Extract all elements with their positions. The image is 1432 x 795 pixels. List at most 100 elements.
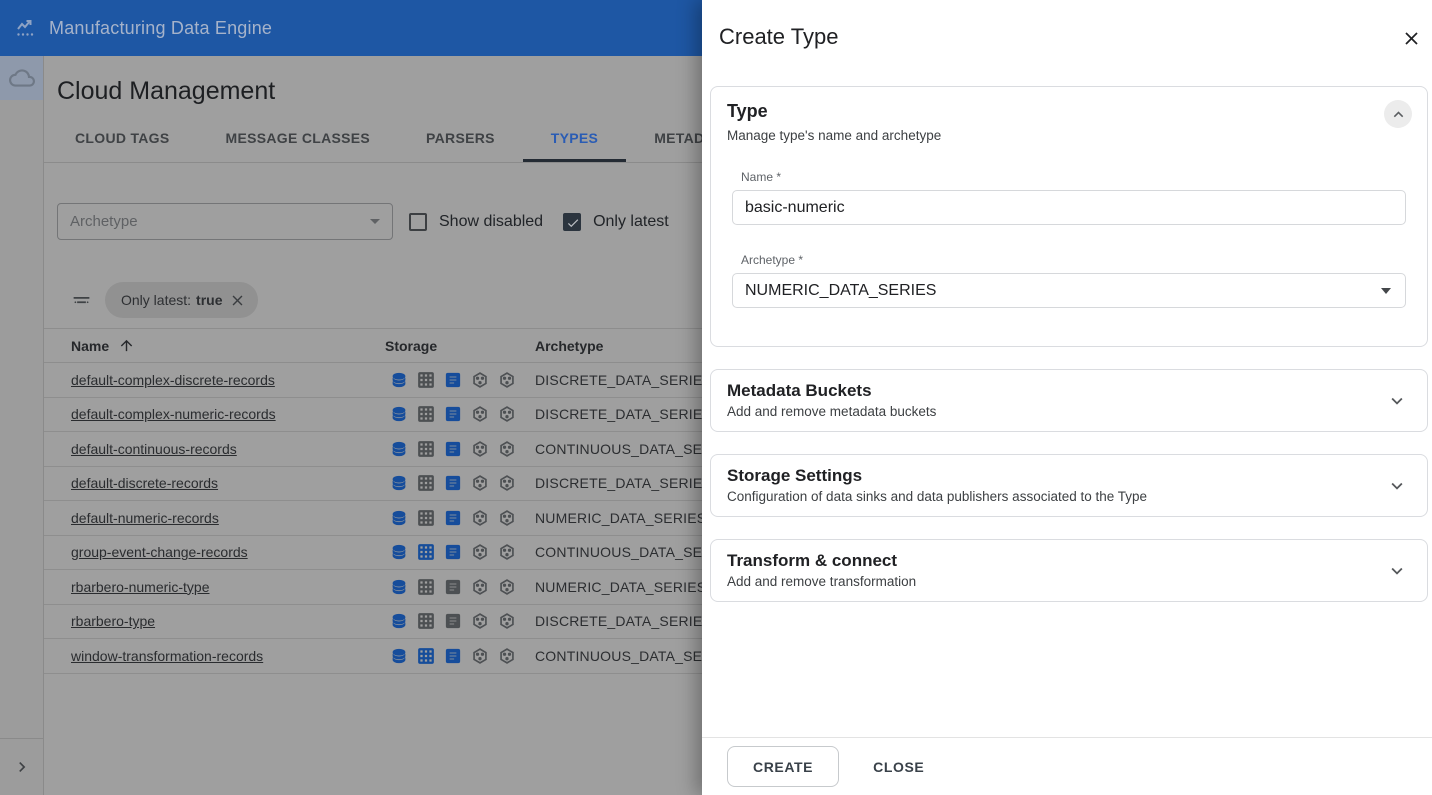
storage-icon-database [390, 647, 408, 665]
main-content: Cloud Management CLOUD TAGSMESSAGE CLASS… [44, 56, 702, 795]
accordion-storage-settings[interactable]: Storage Settings Configuration of data s… [710, 454, 1428, 517]
chevron-down-icon [1386, 560, 1408, 582]
app-title: Manufacturing Data Engine [49, 18, 272, 39]
archetype-cell: DISCRETE_DATA_SERIES [535, 406, 702, 422]
table-row[interactable]: default-discrete-records DISCRETE_DATA_S… [44, 467, 702, 502]
table-row[interactable]: default-complex-discrete-records DISCRET… [44, 363, 702, 398]
archetype-cell: NUMERIC_DATA_SERIES [535, 510, 702, 526]
drawer-body: Type Manage type's name and archetype Na… [710, 86, 1428, 624]
collapse-section-button[interactable] [1384, 100, 1412, 128]
tab-message-classes[interactable]: MESSAGE CLASSES [198, 117, 399, 162]
row-name-link[interactable]: default-discrete-records [71, 475, 218, 491]
storage-icon-pubsub [498, 509, 516, 527]
name-field-group: Name * [732, 170, 1406, 225]
name-field[interactable] [732, 190, 1406, 225]
archetype-cell: CONTINUOUS_DATA_SERIES [535, 648, 702, 664]
sort-ascending-icon [118, 337, 135, 354]
filter-list-icon[interactable] [71, 290, 92, 311]
storage-icon-table [417, 440, 435, 458]
sidebar-expand[interactable] [0, 738, 43, 795]
chip-remove-icon[interactable] [229, 292, 246, 309]
storage-icon-pubsub [498, 440, 516, 458]
filter-chip-only-latest: Only latest: true [105, 282, 258, 318]
row-name-link[interactable]: default-continuous-records [71, 441, 237, 457]
drawer-title: Create Type [719, 24, 838, 50]
sidebar [0, 56, 44, 795]
column-header-name[interactable]: Name [44, 337, 385, 354]
chip-value: true [196, 292, 222, 308]
type-section-title: Type [727, 101, 1411, 122]
storage-icon-pubsub [498, 371, 516, 389]
table-row[interactable]: window-transformation-records CONTINUOUS… [44, 639, 702, 674]
row-name-link[interactable]: default-complex-numeric-records [71, 406, 276, 422]
storage-icon-database [390, 612, 408, 630]
filter-bar: Archetype Show disabled Only latest [57, 203, 702, 240]
archetype-cell: DISCRETE_DATA_SERIES [535, 475, 702, 491]
tab-cloud-tags[interactable]: CLOUD TAGS [47, 117, 198, 162]
cloud-icon [9, 65, 35, 91]
storage-icon-table [417, 474, 435, 492]
accordion-list: Metadata Buckets Add and remove metadata… [710, 369, 1428, 602]
accordion-title: Transform & connect [727, 551, 1411, 570]
table-row[interactable]: default-complex-numeric-records DISCRETE… [44, 398, 702, 433]
show-disabled-checkbox[interactable]: Show disabled [409, 213, 543, 231]
drawer-footer: CREATE CLOSE [702, 737, 1432, 795]
only-latest-checkbox[interactable]: Only latest [563, 213, 669, 231]
tab-metadata[interactable]: METADATA [626, 117, 702, 162]
storage-icon-table [417, 578, 435, 596]
tab-types[interactable]: TYPES [523, 117, 626, 162]
column-header-archetype: Archetype [535, 338, 702, 354]
storage-icon-pubsub [498, 647, 516, 665]
storage-icon-table [417, 371, 435, 389]
accordion-title: Metadata Buckets [727, 381, 1411, 400]
checkbox-box [409, 213, 427, 231]
create-button[interactable]: CREATE [727, 746, 839, 787]
table-row[interactable]: default-continuous-records CONTINUOUS_DA… [44, 432, 702, 467]
storage-icon-document [444, 474, 462, 492]
accordion-title: Storage Settings [727, 466, 1411, 485]
tabs: CLOUD TAGSMESSAGE CLASSESPARSERSTYPESMET… [44, 117, 702, 163]
accordion-subtitle: Configuration of data sinks and data pub… [727, 489, 1411, 505]
page-title: Cloud Management [57, 77, 702, 106]
tab-parsers[interactable]: PARSERS [398, 117, 523, 162]
close-icon[interactable] [1399, 26, 1423, 50]
row-name-link[interactable]: rbarbero-numeric-type [71, 579, 210, 595]
storage-icon-pubsub [471, 405, 489, 423]
storage-icon-pubsub [471, 578, 489, 596]
storage-icon-pubsub [471, 440, 489, 458]
storage-icon-document [444, 578, 462, 596]
archetype-select-value: NUMERIC_DATA_SERIES [745, 282, 936, 300]
row-name-link[interactable]: rbarbero-type [71, 613, 155, 629]
row-name-link[interactable]: default-numeric-records [71, 510, 219, 526]
table-row[interactable]: group-event-change-records CONTINUOUS_DA… [44, 536, 702, 571]
sidebar-item-cloud-management[interactable] [0, 56, 43, 100]
storage-icon-pubsub [471, 371, 489, 389]
table-row[interactable]: rbarbero-type DISCRETE_DATA_SERIES [44, 605, 702, 640]
archetype-cell: DISCRETE_DATA_SERIES [535, 372, 702, 388]
archetype-filter-select[interactable]: Archetype [57, 203, 393, 240]
name-field-label: Name * [741, 170, 1406, 184]
storage-icon-pubsub [498, 543, 516, 561]
table-row[interactable]: default-numeric-records NUMERIC_DATA_SER… [44, 501, 702, 536]
accordion-metadata-buckets[interactable]: Metadata Buckets Add and remove metadata… [710, 369, 1428, 432]
table-row[interactable]: rbarbero-numeric-type NUMERIC_DATA_SERIE… [44, 570, 702, 605]
row-name-link[interactable]: default-complex-discrete-records [71, 372, 275, 388]
close-button[interactable]: CLOSE [873, 759, 924, 775]
storage-icon-pubsub [498, 474, 516, 492]
storage-icon-database [390, 371, 408, 389]
storage-icon-table [417, 612, 435, 630]
storage-icon-pubsub [471, 543, 489, 561]
table-header: Name Storage Archetype [44, 328, 702, 363]
check-icon [566, 216, 580, 230]
checkbox-box [563, 213, 581, 231]
row-name-link[interactable]: window-transformation-records [71, 648, 263, 664]
table-body: default-complex-discrete-records DISCRET… [44, 363, 702, 674]
storage-icon-document [444, 405, 462, 423]
archetype-select[interactable]: NUMERIC_DATA_SERIES [732, 273, 1406, 308]
only-latest-label: Only latest [593, 213, 669, 231]
accordion-transform-connect[interactable]: Transform & connect Add and remove trans… [710, 539, 1428, 602]
archetype-cell: CONTINUOUS_DATA_SERIES [535, 544, 702, 560]
row-name-link[interactable]: group-event-change-records [71, 544, 248, 560]
chevron-up-icon [1389, 105, 1408, 124]
storage-icon-database [390, 405, 408, 423]
